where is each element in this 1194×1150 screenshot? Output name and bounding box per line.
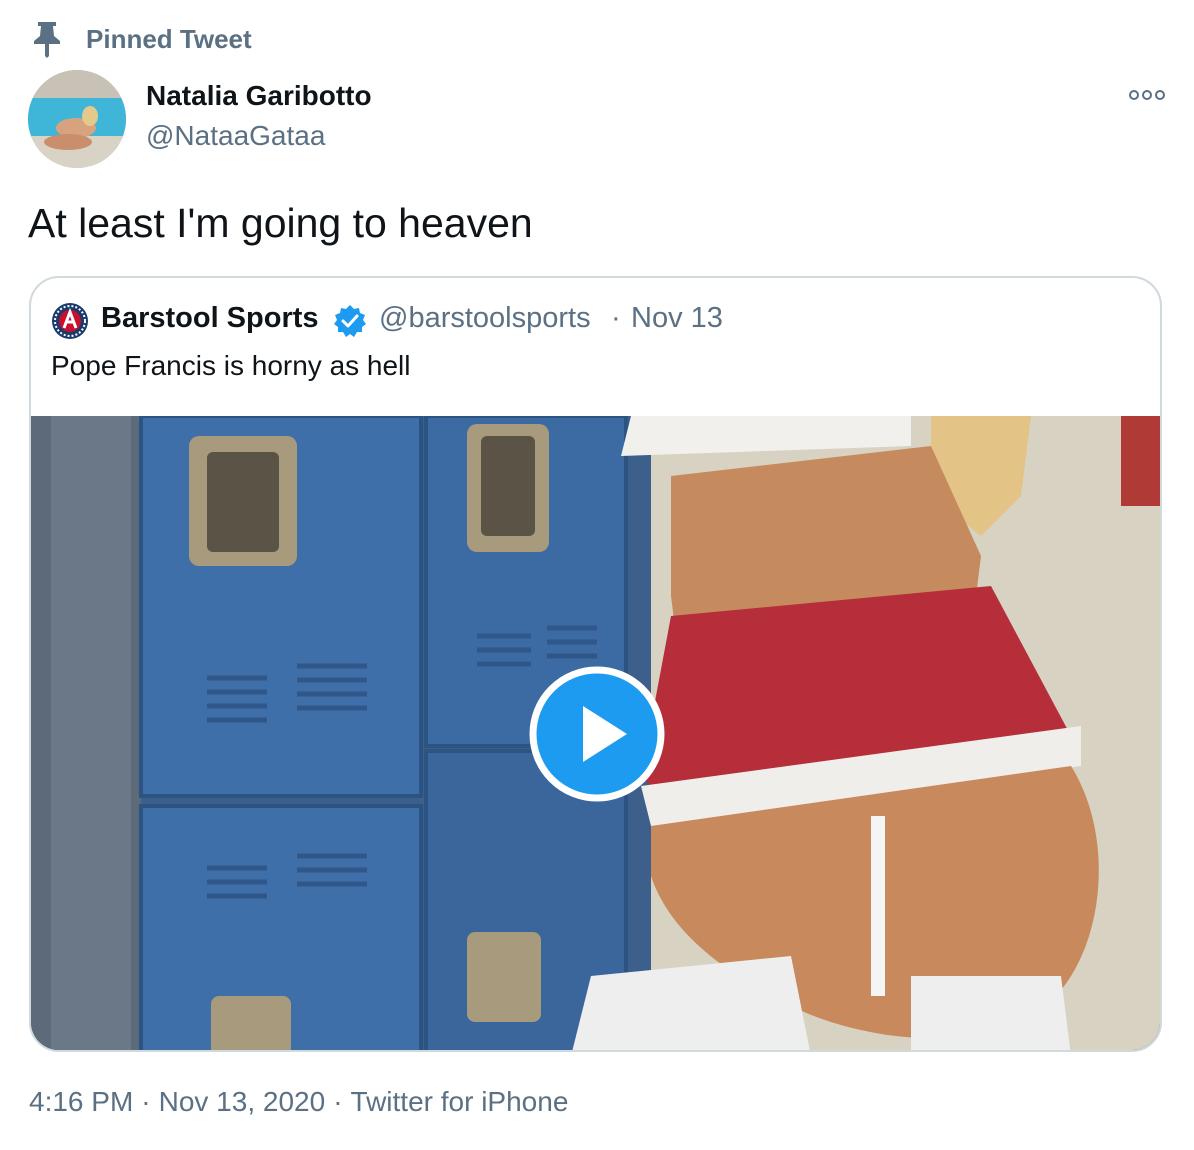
play-button[interactable] <box>529 666 665 802</box>
tweet-text: At least I'm going to heaven <box>28 200 533 246</box>
tweet-time[interactable]: 4:16 PM <box>29 1086 133 1118</box>
quote-author-name[interactable]: Barstool Sports <box>101 302 319 335</box>
tweet-source[interactable]: Twitter for iPhone <box>351 1086 569 1118</box>
video-thumbnail[interactable] <box>31 416 1160 1050</box>
more-options-button[interactable] <box>1122 82 1172 112</box>
author-handle[interactable]: @NataaGataa <box>146 120 325 152</box>
meta-separator: · <box>333 1086 343 1117</box>
pin-icon <box>30 20 64 58</box>
pinned-label: Pinned Tweet <box>86 23 252 54</box>
pinned-indicator: Pinned Tweet <box>30 20 252 58</box>
quote-avatar[interactable] <box>51 302 89 340</box>
avatar[interactable] <box>28 70 126 168</box>
quote-separator: · <box>611 302 621 334</box>
tweet-detail: Pinned Tweet Natalia Garibotto @NataaGat… <box>0 0 1194 1150</box>
more-options-icon <box>1127 88 1167 107</box>
quote-date[interactable]: Nov 13 <box>631 302 723 335</box>
tweet-date[interactable]: Nov 13, 2020 <box>159 1086 326 1118</box>
play-icon <box>529 666 665 802</box>
tweet-meta: 4:16 PM · Nov 13, 2020 · Twitter for iPhone <box>29 1086 568 1118</box>
quote-tweet-card[interactable]: Barstool Sports @barstoolsports · Nov 13… <box>29 276 1162 1052</box>
author-name[interactable]: Natalia Garibotto <box>146 80 372 112</box>
meta-separator: · <box>141 1086 151 1117</box>
verified-badge-icon <box>333 304 367 338</box>
quote-text: Pope Francis is horny as hell <box>51 350 411 381</box>
quote-author-handle[interactable]: @barstoolsports <box>379 302 591 335</box>
